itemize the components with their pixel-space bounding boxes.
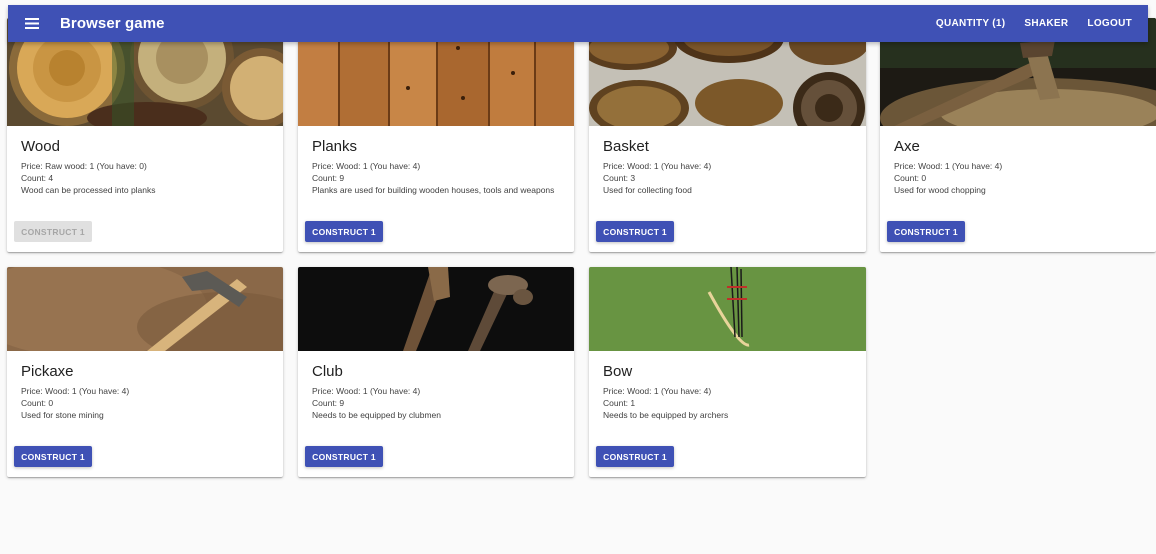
bow-image (589, 267, 866, 351)
card-title: Planks (312, 138, 358, 155)
card-count: Count: 3 (603, 173, 636, 183)
card-title: Pickaxe (21, 363, 74, 380)
card-count: Count: 1 (603, 398, 636, 408)
card-description: Wood can be processed into planks (21, 185, 156, 195)
card-description: Needs to be equipped by clubmen (312, 410, 442, 420)
top-nav: QUANTITY (1) SHAKER LOGOUT (925, 12, 1140, 35)
card-bow: Bow Price: Wood: 1 (You have: 4) Count: … (589, 267, 866, 477)
card-price: Price: Raw wood: 1 (You have: 0) (21, 161, 147, 171)
card-axe: Axe Price: Wood: 1 (You have: 4) Count: … (880, 18, 1156, 252)
card-price: Price: Wood: 1 (You have: 4) (894, 161, 1003, 171)
quantity-button[interactable]: QUANTITY (1) (928, 12, 1014, 35)
card-count: Count: 4 (21, 173, 54, 183)
card-description: Used for stone mining (21, 410, 104, 420)
card-description: Needs to be equipped by archers (603, 410, 729, 420)
card-basket: Basket Price: Wood: 1 (You have: 4) Coun… (589, 18, 866, 252)
construct-button[interactable]: CONSTRUCT 1 (305, 221, 383, 242)
card-count: Count: 0 (894, 173, 927, 183)
card-pickaxe: Pickaxe Price: Wood: 1 (You have: 4) Cou… (7, 267, 283, 477)
card-count: Count: 9 (312, 173, 345, 183)
construct-button[interactable]: CONSTRUCT 1 (596, 446, 674, 467)
club-image (298, 267, 574, 351)
card-price: Price: Wood: 1 (You have: 4) (603, 386, 712, 396)
menu-icon (25, 18, 39, 29)
construct-button[interactable]: CONSTRUCT 1 (596, 221, 674, 242)
pickaxe-image (7, 267, 283, 351)
card-price: Price: Wood: 1 (You have: 4) (21, 386, 130, 396)
card-title: Axe (894, 138, 920, 155)
app-title: Browser game (60, 15, 165, 32)
app-bar: Browser game QUANTITY (1) SHAKER LOGOUT (8, 5, 1148, 42)
card-price: Price: Wood: 1 (You have: 4) (312, 386, 421, 396)
card-title: Bow (603, 363, 633, 380)
card-club: Club Price: Wood: 1 (You have: 4) Count:… (298, 267, 574, 477)
card-wood: Wood Price: Raw wood: 1 (You have: 0) Co… (7, 18, 283, 252)
card-price: Price: Wood: 1 (You have: 4) (603, 161, 712, 171)
card-title: Club (312, 363, 343, 380)
construct-button[interactable]: CONSTRUCT 1 (887, 221, 965, 242)
card-planks: Planks Price: Wood: 1 (You have: 4) Coun… (298, 18, 574, 252)
card-price: Price: Wood: 1 (You have: 4) (312, 161, 421, 171)
construct-button[interactable]: CONSTRUCT 1 (305, 446, 383, 467)
card-count: Count: 9 (312, 398, 345, 408)
card-description: Planks are used for building wooden hous… (312, 185, 555, 195)
card-title: Basket (603, 138, 649, 155)
card-title: Wood (21, 138, 60, 155)
card-description: Used for wood chopping (894, 185, 986, 195)
construct-button[interactable]: CONSTRUCT 1 (14, 221, 92, 242)
logout-button[interactable]: LOGOUT (1079, 12, 1140, 35)
item-card-grid: Wood Price: Raw wood: 1 (You have: 0) Co… (0, 0, 1156, 554)
construct-button[interactable]: CONSTRUCT 1 (14, 446, 92, 467)
card-description: Used for collecting food (603, 185, 692, 195)
card-count: Count: 0 (21, 398, 54, 408)
menu-button[interactable] (13, 5, 51, 42)
shaker-button[interactable]: SHAKER (1016, 12, 1076, 35)
